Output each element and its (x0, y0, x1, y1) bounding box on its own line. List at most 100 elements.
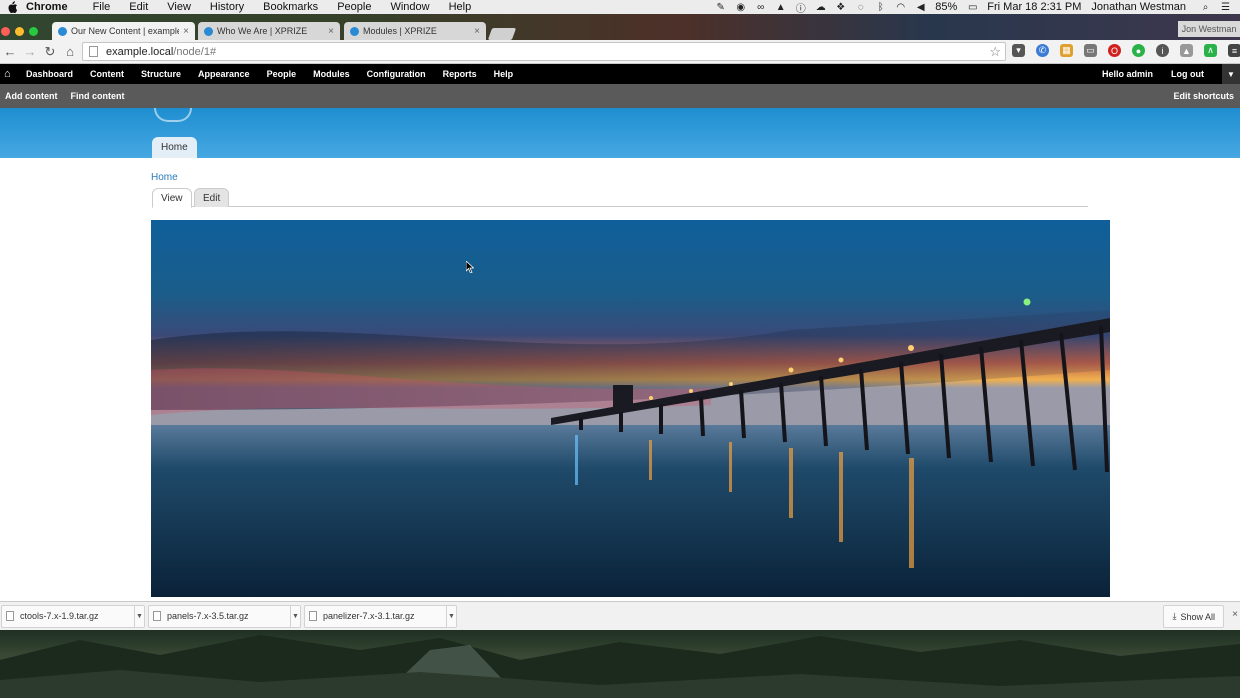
show-all-label: Show All (1180, 611, 1215, 622)
feedly-extension-icon[interactable]: ∧ (1204, 44, 1217, 57)
admin-menu-content[interactable]: Content (90, 69, 124, 79)
breadcrumb[interactable]: Home (151, 172, 178, 183)
edit-shortcuts-link[interactable]: Edit shortcuts (1173, 91, 1234, 101)
page-content: Home View Edit (0, 158, 1240, 601)
dropbox-icon[interactable]: ❖ (835, 2, 846, 13)
pocket-extension-icon[interactable]: ▾ (1012, 44, 1025, 57)
download-options-chevron-icon[interactable]: ▼ (134, 604, 144, 628)
hello-user[interactable]: Hello admin (1102, 69, 1153, 79)
notification-center-icon[interactable]: ☰ (1220, 2, 1231, 13)
menu-window[interactable]: Window (390, 0, 429, 14)
file-icon (6, 611, 14, 621)
wifi-icon[interactable]: ◠ (895, 2, 906, 13)
battery-icon[interactable]: ▭ (967, 2, 978, 13)
shortcut-find-content[interactable]: Find content (71, 91, 125, 101)
home-icon[interactable]: ⌂ (60, 42, 80, 62)
admin-home-icon[interactable]: ⌂ (4, 68, 16, 80)
cloud-icon[interactable]: ☁ (815, 2, 826, 13)
tab-title: Our New Content | example (71, 26, 180, 36)
calendar-extension-icon[interactable]: ▦ (1060, 44, 1073, 57)
cast-extension-icon[interactable]: ▭ (1084, 44, 1097, 57)
window-close-button[interactable] (1, 27, 10, 36)
back-arrow-icon[interactable]: ← (0, 42, 20, 62)
admin-menu-appearance[interactable]: Appearance (198, 69, 250, 79)
reload-icon[interactable]: ↻ (40, 42, 60, 62)
glasses-icon[interactable]: ∞ (755, 2, 766, 13)
show-all-downloads-button[interactable]: ⤓ Show All (1163, 605, 1224, 628)
site-header: Home (0, 108, 1240, 158)
mac-menubar: Chrome File Edit View History Bookmarks … (0, 0, 1240, 15)
admin-menu-reports[interactable]: Reports (443, 69, 477, 79)
menu-people[interactable]: People (337, 0, 371, 14)
download-filename: panels-7.x-3.5.tar.gz (167, 611, 249, 621)
menu-file[interactable]: File (93, 0, 111, 14)
phone-extension-icon[interactable]: ✆ (1036, 44, 1049, 57)
hero-image-pier-sunset (151, 220, 1110, 597)
menu-app-chrome[interactable]: Chrome (26, 0, 68, 14)
admin-menu-help[interactable]: Help (494, 69, 514, 79)
download-icon: ⤓ (1172, 611, 1177, 621)
menu-history[interactable]: History (210, 0, 244, 14)
browser-tab-modules[interactable]: Modules | XPRIZE × (344, 22, 486, 40)
browser-tab-who-we-are[interactable]: Who We Are | XPRIZE × (198, 22, 340, 40)
main-menu-home[interactable]: Home (152, 137, 197, 158)
info-circle-icon[interactable]: ⓘ (795, 2, 806, 15)
close-downloads-icon[interactable]: × (1232, 609, 1238, 620)
volume-icon[interactable]: ◀ (915, 2, 926, 13)
new-tab-button[interactable] (487, 28, 517, 40)
browser-toolbar: ← → ↻ ⌂ example.local /node/1# ☆ ▾ ✆ ▦ ▭… (0, 40, 1240, 64)
admin-menu-structure[interactable]: Structure (141, 69, 181, 79)
drive-extension-icon[interactable]: ▲ (1180, 44, 1193, 57)
green-extension-icon[interactable]: ● (1132, 44, 1145, 57)
admin-menu-dashboard[interactable]: Dashboard (26, 69, 73, 79)
menu-edit[interactable]: Edit (129, 0, 148, 14)
apple-icon[interactable] (6, 1, 18, 13)
forward-arrow-icon[interactable]: → (20, 42, 40, 62)
bluetooth-icon[interactable]: ᛒ (875, 2, 886, 13)
shortcut-add-content[interactable]: Add content (5, 91, 58, 101)
opera-extension-icon[interactable]: O (1108, 44, 1121, 57)
window-minimize-button[interactable] (15, 27, 24, 36)
pen-icon[interactable]: ✎ (715, 2, 726, 13)
drive-icon[interactable]: ▲ (775, 2, 786, 13)
extension-icons: ▾ ✆ ▦ ▭ O ● i ▲ ∧ ≡ (1012, 44, 1240, 57)
file-icon (309, 611, 317, 621)
tab-title: Modules | XPRIZE (363, 26, 437, 36)
spotlight-search-icon[interactable]: ⌕ (1200, 2, 1211, 13)
window-zoom-button[interactable] (29, 27, 38, 36)
site-logo-icon[interactable] (154, 108, 192, 122)
menubar-clock[interactable]: Fri Mar 18 2:31 PM (987, 1, 1081, 13)
profile-button[interactable]: Jon Westman (1178, 21, 1240, 37)
address-bar[interactable]: example.local /node/1# ☆ (82, 42, 1006, 61)
pier-sunset-illustration (151, 220, 1110, 597)
download-item-panels[interactable]: panels-7.x-3.5.tar.gz ▼ (148, 604, 301, 628)
bookmark-star-icon[interactable]: ☆ (989, 44, 1001, 60)
menu-view[interactable]: View (167, 0, 191, 14)
shortcuts-toggle-icon[interactable]: ▼ (1222, 64, 1240, 84)
tab-close-icon[interactable]: × (474, 26, 480, 37)
url-host: example.local (106, 45, 174, 58)
browser-tab-our-new-content[interactable]: Our New Content | example × (52, 22, 195, 40)
tab-close-icon[interactable]: × (328, 26, 334, 37)
tab-edit[interactable]: Edit (194, 188, 230, 207)
download-options-chevron-icon[interactable]: ▼ (446, 604, 456, 628)
admin-menu-user: Hello admin Log out ▼ (1102, 64, 1240, 84)
tab-view[interactable]: View (152, 188, 192, 208)
log-out-link[interactable]: Log out (1171, 69, 1204, 79)
admin-menu-people[interactable]: People (267, 69, 297, 79)
admin-menu-configuration[interactable]: Configuration (367, 69, 426, 79)
moon-icon[interactable]: ◌ (855, 2, 866, 13)
menu-help[interactable]: Help (449, 0, 472, 14)
battery-percentage[interactable]: 85% (935, 1, 957, 13)
tab-close-icon[interactable]: × (183, 26, 189, 37)
info-extension-icon[interactable]: i (1156, 44, 1169, 57)
download-item-ctools[interactable]: ctools-7.x-1.9.tar.gz ▼ (1, 604, 145, 628)
file-icon (153, 611, 161, 621)
menubar-user[interactable]: Jonathan Westman (1091, 1, 1186, 13)
record-icon[interactable]: ◉ (735, 2, 746, 13)
download-item-panelizer[interactable]: panelizer-7.x-3.1.tar.gz ▼ (304, 604, 457, 628)
chrome-menu-icon[interactable]: ≡ (1228, 44, 1240, 57)
menu-bookmarks[interactable]: Bookmarks (263, 0, 318, 14)
admin-menu-modules[interactable]: Modules (313, 69, 350, 79)
download-options-chevron-icon[interactable]: ▼ (290, 604, 300, 628)
